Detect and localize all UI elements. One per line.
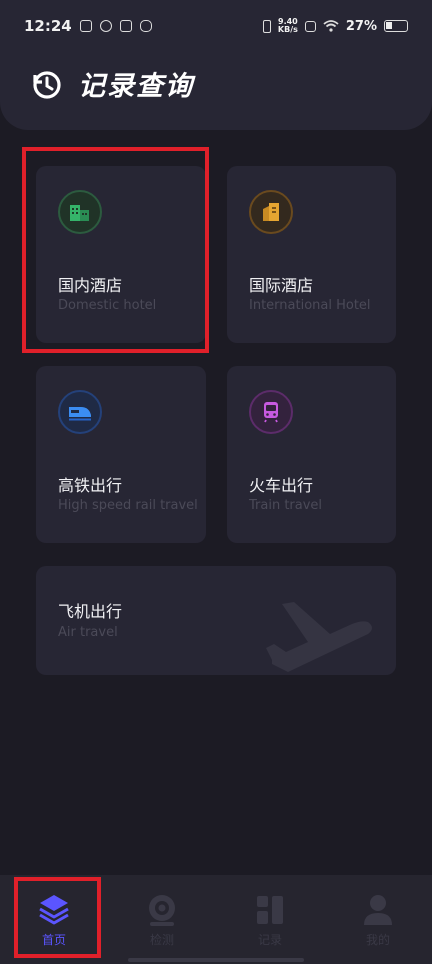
header-title-row: 记录查询 <box>30 64 194 103</box>
card-title: 飞机出行 <box>58 602 123 621</box>
net-speed: 9.40 KB/s <box>277 17 298 34</box>
tab-label: 我的 <box>365 933 390 947</box>
card-title: 国际酒店 <box>249 276 314 295</box>
vibrate-icon <box>262 19 271 33</box>
hotel-building-icon <box>58 190 102 234</box>
layers-icon <box>39 895 69 925</box>
card-title: 高铁出行 <box>58 476 123 495</box>
notification-icon <box>79 20 92 32</box>
card-subtitle: High speed rail travel <box>58 498 198 513</box>
status-bar: 12:24 9.40 KB/s 27% <box>0 0 432 52</box>
battery-icon <box>384 20 408 32</box>
card-high-speed-rail[interactable]: 高铁出行 High speed rail travel <box>36 366 206 543</box>
status-right: 9.40 KB/s 27% <box>262 17 408 34</box>
status-left: 12:24 <box>24 17 152 35</box>
card-train[interactable]: 火车出行 Train travel <box>227 366 396 543</box>
home-indicator <box>128 958 304 962</box>
card-subtitle: Air travel <box>58 625 118 640</box>
user-icon <box>364 895 392 925</box>
tab-detect[interactable]: 检测 <box>108 875 216 964</box>
hotel-tower-icon <box>249 190 293 234</box>
battery-percent: 27% <box>345 18 377 34</box>
card-subtitle: Train travel <box>249 498 323 513</box>
card-international-hotel[interactable]: 国际酒店 International Hotel <box>227 166 396 343</box>
tab-label: 记录 <box>257 933 282 947</box>
grid-apps-icon <box>257 896 283 924</box>
notification-icon <box>139 20 152 32</box>
tab-records[interactable]: 记录 <box>216 875 324 964</box>
airplane-icon <box>266 602 372 672</box>
tab-home[interactable]: 首页 <box>0 875 108 964</box>
tab-mine[interactable]: 我的 <box>324 875 432 964</box>
tab-bar: 首页 检测 记录 我的 <box>0 875 432 964</box>
high-speed-train-icon <box>58 390 102 434</box>
card-title: 火车出行 <box>249 476 314 495</box>
history-clock-icon <box>33 70 61 99</box>
card-subtitle: International Hotel <box>249 298 371 313</box>
card-title: 国内酒店 <box>58 276 123 295</box>
status-time: 12:24 <box>24 17 72 35</box>
card-domestic-hotel[interactable]: 国内酒店 Domestic hotel <box>36 166 206 343</box>
train-icon <box>249 390 293 434</box>
tab-label: 检测 <box>149 933 174 947</box>
notification-icon <box>119 20 132 32</box>
card-subtitle: Domestic hotel <box>58 298 157 313</box>
notification-icon <box>99 20 112 32</box>
wifi-icon <box>323 20 339 32</box>
tab-label: 首页 <box>41 933 66 947</box>
camera-lens-icon <box>149 895 175 926</box>
card-air-travel[interactable]: 飞机出行 Air travel <box>36 566 396 675</box>
page-title: 记录查询 <box>78 71 194 102</box>
sim-icon <box>304 20 316 32</box>
